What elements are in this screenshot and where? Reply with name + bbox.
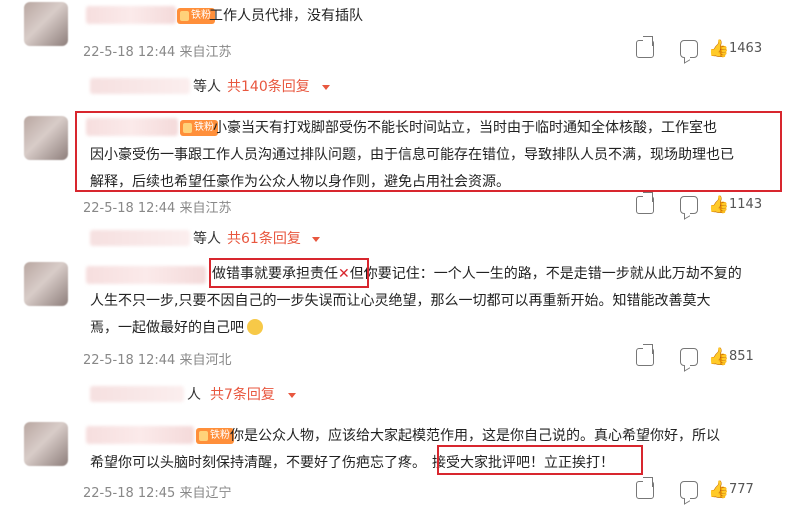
like-count: 851 [729, 349, 754, 364]
reply-summary[interactable]: 等人 共61条回复 [0, 226, 800, 252]
reply-users-blurred [90, 78, 190, 94]
comment-text: 你是公众人物，应该给大家起模范作用，这是你自己说的。真心希望你好，所以 希望你可… [90, 428, 720, 471]
comment-time: 22-5-18 12:44 [83, 45, 176, 60]
comment-actions: 👍 1463 [636, 36, 786, 62]
reply-total[interactable]: 共7条回复 [210, 384, 275, 404]
reply-etc: 等人 [193, 231, 221, 247]
reply-users-blurred [90, 386, 184, 402]
reply-total[interactable]: 共61条回复 [227, 228, 301, 248]
like-icon[interactable]: 👍 [708, 40, 729, 58]
chevron-down-icon[interactable] [288, 393, 296, 398]
reply-summary[interactable]: 等人 共140条回复 [0, 74, 800, 100]
like-icon[interactable]: 👍 [708, 348, 729, 366]
comment-time: 22-5-18 12:44 [83, 353, 176, 368]
emoji: ✕ [338, 266, 350, 282]
comment-meta: 22-5-18 12:45 来自辽宁 [83, 482, 232, 501]
comment-time: 22-5-18 12:45 [83, 486, 176, 501]
comment-icon[interactable] [680, 348, 698, 366]
share-icon[interactable] [636, 344, 654, 366]
comment-actions: 👍 851 [636, 344, 786, 370]
like-count: 1463 [729, 41, 763, 56]
avatar[interactable] [24, 262, 68, 306]
comment-location: 来自江苏 [179, 45, 232, 60]
avatar[interactable] [24, 422, 68, 466]
comment-item: 铁粉 小豪当天有打戏脚部受伤不能长时间站立，当时由于临时通知全体核酸，工作室也 … [0, 108, 800, 218]
comment-meta: 22-5-18 12:44 来自江苏 [83, 41, 232, 60]
comment-meta: 22-5-18 12:44 来自江苏 [83, 197, 232, 216]
comment-meta: 22-5-18 12:44 来自河北 [83, 349, 232, 368]
like-count: 1143 [729, 197, 763, 212]
comment-location: 来自辽宁 [179, 486, 232, 501]
comment-actions: 👍 777 [636, 477, 786, 503]
highlight-text: 做错事就要承担责任 [212, 266, 338, 282]
comment-item: 铁粉 你是公众人物，应该给大家起模范作用，这是你自己说的。真心希望你好，所以 希… [0, 416, 800, 511]
avatar[interactable] [24, 116, 68, 160]
reply-summary[interactable]: 人 共7条回复 [0, 382, 800, 408]
like-icon[interactable]: 👍 [708, 196, 729, 214]
comment-text: 工作人员代排，没有插队 [209, 8, 363, 24]
comment-icon[interactable] [680, 40, 698, 58]
avatar[interactable] [24, 2, 68, 46]
share-icon[interactable] [636, 192, 654, 214]
comment-item: 铁粉 工作人员代排，没有插队 22-5-18 12:44 来自江苏 👍 1463 [0, 0, 800, 70]
chevron-down-icon[interactable] [322, 85, 330, 90]
comment-text: 小豪当天有打戏脚部受伤不能长时间站立，当时由于临时通知全体核酸，工作室也 因小豪… [90, 120, 734, 190]
reply-users-blurred [90, 230, 190, 246]
highlight-text: 接受大家批评吧！立正挨打！ [432, 455, 614, 471]
chevron-down-icon[interactable] [312, 237, 320, 242]
reply-etc: 等人 [193, 79, 221, 95]
comment-location: 来自江苏 [179, 201, 232, 216]
comment-icon[interactable] [680, 481, 698, 499]
reply-etc: 人 [187, 387, 201, 403]
comment-text: 做错事就要承担责任✕但你要记住：一个人一生的路，不是走错一步就从此万劫不复的 人… [90, 266, 742, 336]
comment-item: 做错事就要承担责任✕但你要记住：一个人一生的路，不是走错一步就从此万劫不复的 人… [0, 258, 800, 370]
comment-icon[interactable] [680, 196, 698, 214]
comment-time: 22-5-18 12:44 [83, 201, 176, 216]
smile-emoji-icon [247, 319, 263, 335]
reply-total[interactable]: 共140条回复 [227, 76, 310, 96]
like-icon[interactable]: 👍 [708, 481, 729, 499]
share-icon[interactable] [636, 477, 654, 499]
username-blurred[interactable] [86, 6, 176, 24]
like-count: 777 [729, 482, 754, 497]
share-icon[interactable] [636, 36, 654, 58]
comment-location: 来自河北 [179, 353, 232, 368]
comment-actions: 👍 1143 [636, 192, 786, 218]
